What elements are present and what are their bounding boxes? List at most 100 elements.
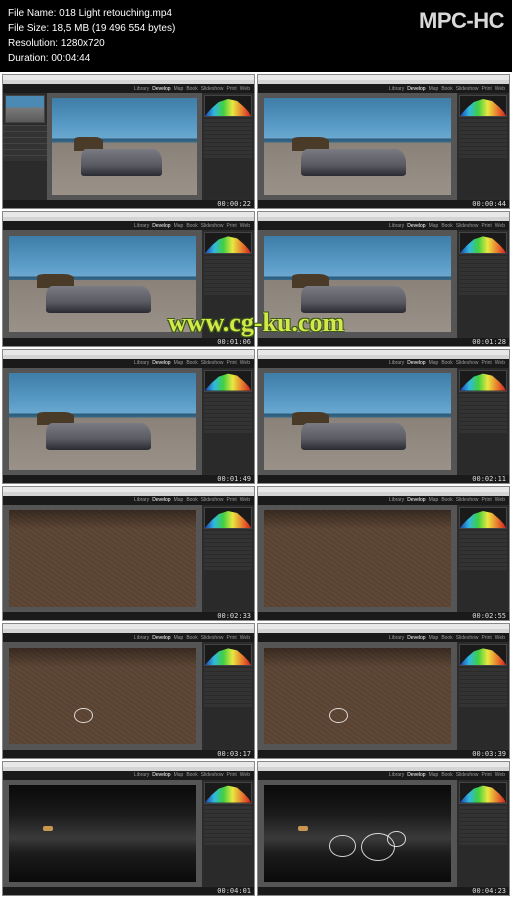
- adjustment-slider[interactable]: [459, 806, 507, 809]
- module-tab[interactable]: Map: [429, 497, 439, 503]
- adjustment-slider[interactable]: [204, 131, 252, 134]
- adjustment-slider[interactable]: [459, 559, 507, 562]
- adjustment-slider[interactable]: [459, 272, 507, 275]
- module-tab[interactable]: Map: [174, 772, 184, 778]
- adjustment-slider[interactable]: [459, 284, 507, 287]
- module-tab[interactable]: Web: [495, 772, 505, 778]
- adjustment-slider[interactable]: [459, 264, 507, 267]
- module-tab[interactable]: Slideshow: [201, 772, 224, 778]
- adjustment-slider[interactable]: [459, 696, 507, 699]
- module-tab[interactable]: Slideshow: [456, 360, 479, 366]
- module-tab[interactable]: Print: [482, 223, 492, 229]
- image-canvas[interactable]: [3, 780, 202, 887]
- adjustment-slider[interactable]: [204, 264, 252, 267]
- module-tab[interactable]: Web: [495, 635, 505, 641]
- adjustment-slider[interactable]: [204, 543, 252, 546]
- module-tab[interactable]: Print: [227, 497, 237, 503]
- adjustment-slider[interactable]: [204, 555, 252, 558]
- adjustment-slider[interactable]: [459, 555, 507, 558]
- adjustment-slider[interactable]: [204, 406, 252, 409]
- module-tab[interactable]: Slideshow: [201, 497, 224, 503]
- adjustment-slider[interactable]: [204, 531, 252, 534]
- adjustment-slider[interactable]: [204, 426, 252, 429]
- image-canvas[interactable]: [3, 505, 202, 612]
- image-canvas[interactable]: [258, 780, 457, 887]
- adjustment-slider[interactable]: [204, 402, 252, 405]
- module-tab[interactable]: Book: [441, 497, 452, 503]
- module-tab[interactable]: Library: [134, 86, 149, 92]
- module-tab[interactable]: Print: [482, 497, 492, 503]
- adjustment-slider[interactable]: [204, 410, 252, 413]
- adjustment-slider[interactable]: [459, 430, 507, 433]
- module-tab[interactable]: Print: [482, 635, 492, 641]
- video-thumbnail[interactable]: LibraryDevelopMapBookSlideshowPrintWeb00…: [257, 211, 510, 346]
- adjustment-slider[interactable]: [204, 143, 252, 146]
- module-tab[interactable]: Web: [495, 497, 505, 503]
- module-tab[interactable]: Web: [240, 360, 250, 366]
- adjustment-slider[interactable]: [459, 155, 507, 158]
- adjustment-slider[interactable]: [459, 700, 507, 703]
- adjustment-slider[interactable]: [204, 696, 252, 699]
- module-tab[interactable]: Map: [174, 86, 184, 92]
- module-tab[interactable]: Map: [429, 772, 439, 778]
- module-tab[interactable]: Slideshow: [201, 223, 224, 229]
- adjustment-slider[interactable]: [204, 272, 252, 275]
- adjustment-slider[interactable]: [204, 535, 252, 538]
- adjustment-slider[interactable]: [459, 680, 507, 683]
- adjustment-slider[interactable]: [204, 288, 252, 291]
- module-tab[interactable]: Develop: [152, 635, 170, 641]
- module-tab[interactable]: Library: [134, 635, 149, 641]
- adjustment-slider[interactable]: [204, 398, 252, 401]
- adjustment-slider[interactable]: [459, 676, 507, 679]
- adjustment-slider[interactable]: [204, 563, 252, 566]
- module-tab[interactable]: Book: [186, 223, 197, 229]
- adjustment-slider[interactable]: [459, 688, 507, 691]
- module-tab[interactable]: Develop: [407, 360, 425, 366]
- adjustment-slider[interactable]: [459, 292, 507, 295]
- adjustment-slider[interactable]: [204, 700, 252, 703]
- video-thumbnail[interactable]: LibraryDevelopMapBookSlideshowPrintWeb00…: [257, 623, 510, 758]
- adjustment-slider[interactable]: [459, 260, 507, 263]
- module-tab[interactable]: Web: [495, 223, 505, 229]
- adjustment-slider[interactable]: [204, 280, 252, 283]
- adjustment-slider[interactable]: [204, 551, 252, 554]
- adjustment-slider[interactable]: [459, 822, 507, 825]
- image-canvas[interactable]: [258, 368, 457, 475]
- adjustment-slider[interactable]: [204, 127, 252, 130]
- adjustment-slider[interactable]: [459, 127, 507, 130]
- adjustment-slider[interactable]: [459, 280, 507, 283]
- adjustment-slider[interactable]: [459, 147, 507, 150]
- adjustment-slider[interactable]: [459, 539, 507, 542]
- video-thumbnail[interactable]: LibraryDevelopMapBookSlideshowPrintWeb00…: [2, 623, 255, 758]
- module-tab[interactable]: Library: [389, 635, 404, 641]
- module-tab[interactable]: Develop: [407, 223, 425, 229]
- adjustment-slider[interactable]: [204, 684, 252, 687]
- adjustment-slider[interactable]: [204, 418, 252, 421]
- module-tab[interactable]: Book: [441, 635, 452, 641]
- adjustment-slider[interactable]: [204, 814, 252, 817]
- image-canvas[interactable]: [258, 230, 457, 337]
- video-thumbnail[interactable]: LibraryDevelopMapBookSlideshowPrintWeb00…: [257, 761, 510, 896]
- module-tab[interactable]: Slideshow: [456, 223, 479, 229]
- image-canvas[interactable]: [258, 93, 457, 200]
- video-thumbnail[interactable]: LibraryDevelopMapBookSlideshowPrintWeb00…: [257, 349, 510, 484]
- module-tab[interactable]: Book: [186, 497, 197, 503]
- module-tab[interactable]: Print: [482, 360, 492, 366]
- adjustment-slider[interactable]: [459, 834, 507, 837]
- module-tab[interactable]: Develop: [152, 223, 170, 229]
- adjustment-slider[interactable]: [459, 288, 507, 291]
- adjustment-slider[interactable]: [204, 147, 252, 150]
- module-tab[interactable]: Library: [134, 497, 149, 503]
- adjustment-slider[interactable]: [204, 260, 252, 263]
- module-tab[interactable]: Map: [429, 86, 439, 92]
- adjustment-slider[interactable]: [204, 268, 252, 271]
- adjustment-slider[interactable]: [204, 567, 252, 570]
- module-tab[interactable]: Map: [174, 635, 184, 641]
- module-tab[interactable]: Book: [186, 635, 197, 641]
- module-tab[interactable]: Map: [174, 223, 184, 229]
- module-tab[interactable]: Map: [174, 497, 184, 503]
- module-tab[interactable]: Web: [240, 497, 250, 503]
- adjustment-slider[interactable]: [459, 406, 507, 409]
- module-tab[interactable]: Print: [227, 772, 237, 778]
- adjustment-slider[interactable]: [204, 292, 252, 295]
